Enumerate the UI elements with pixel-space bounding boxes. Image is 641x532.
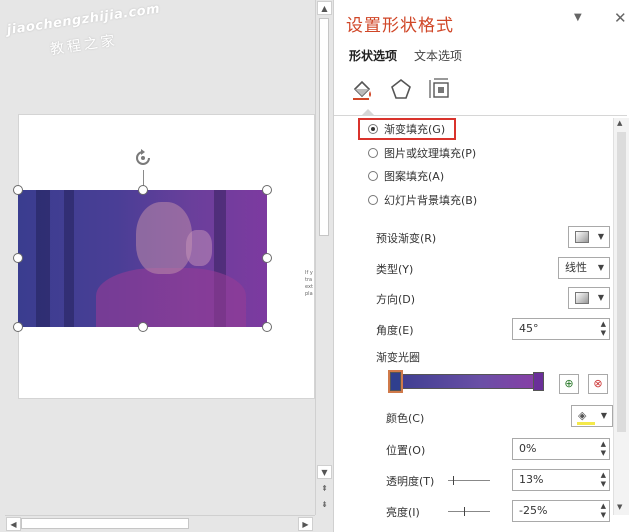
spin-down-icon[interactable]: ▼: [601, 480, 606, 489]
spin-down-icon[interactable]: ▼: [601, 511, 606, 520]
angle-label: 角度(E): [376, 324, 414, 337]
chevron-down-icon: ▼: [597, 232, 604, 241]
fill-line-icon[interactable]: [350, 77, 374, 101]
watermark-site-name: 教程之家: [49, 32, 119, 59]
preset-gradient-button[interactable]: ▼: [568, 226, 610, 248]
pane-vertical-scrollbar[interactable]: ▲ ▼: [613, 118, 629, 515]
pane-options-chevron-icon[interactable]: ▼: [574, 12, 582, 23]
previous-slide-icon[interactable]: ⇞: [317, 482, 332, 496]
selected-picture[interactable]: [18, 190, 267, 327]
rotate-handle-icon[interactable]: [132, 147, 154, 169]
color-picker-button[interactable]: ◈ ▼: [571, 405, 613, 427]
slider-knob[interactable]: [464, 507, 465, 516]
slide-vertical-scrollbar[interactable]: ▲ ▼ ⇞ ⇟: [315, 0, 332, 515]
radio-indicator[interactable]: [368, 195, 378, 205]
brightness-label: 亮度(I): [386, 506, 420, 519]
color-label: 颜色(C): [386, 412, 425, 425]
chevron-down-icon: ▼: [597, 263, 604, 272]
scroll-thumb[interactable]: [319, 18, 329, 236]
scroll-down-icon[interactable]: ▼: [617, 503, 622, 511]
pane-scroll-thumb[interactable]: [617, 132, 626, 432]
scroll-up-icon[interactable]: ▲: [617, 119, 622, 127]
resize-handle-bottom[interactable]: [138, 322, 148, 332]
effects-icon[interactable]: [389, 77, 413, 101]
radio-slide-background-fill[interactable]: 幻灯片背景填充(B): [368, 191, 477, 209]
slide-horizontal-scrollbar[interactable]: ◀ ▶: [5, 515, 315, 531]
brightness-slider[interactable]: [448, 507, 490, 516]
spin-up-icon[interactable]: ▲: [601, 320, 606, 329]
size-properties-icon[interactable]: [428, 77, 452, 101]
resize-handle-top-right[interactable]: [262, 185, 272, 195]
scroll-left-icon[interactable]: ◀: [6, 517, 21, 531]
slide-editor-area: jiaochengzhijia.com 教程之家 If y tra ext pl…: [0, 0, 333, 532]
watermark: jiaochengzhijia.com 教程之家: [3, 0, 169, 69]
spin-down-icon[interactable]: ▼: [601, 329, 606, 338]
spin-up-icon[interactable]: ▲: [601, 502, 606, 511]
position-input[interactable]: 0% ▲ ▼: [512, 438, 610, 460]
scroll-right-icon[interactable]: ▶: [298, 517, 313, 531]
radio-gradient-fill[interactable]: 渐变填充(G): [368, 120, 445, 138]
radio-pattern-fill[interactable]: 图案填充(A): [368, 167, 444, 185]
direction-button[interactable]: ▼: [568, 287, 610, 309]
close-icon[interactable]: ✕: [614, 9, 627, 27]
remove-gradient-stop-button[interactable]: ⊗: [588, 374, 608, 394]
tab-shape-options[interactable]: 形状选项: [349, 47, 397, 64]
spin-down-icon[interactable]: ▼: [601, 449, 606, 458]
angle-input[interactable]: 45° ▲ ▼: [512, 318, 610, 340]
gradient-stops-label: 渐变光圈: [376, 351, 420, 364]
scroll-down-icon[interactable]: ▼: [317, 465, 332, 479]
format-shape-pane: 设置形状格式 ▼ ✕ 形状选项 文本选项 渐变填充(G) 图片或纹理填充(P) …: [333, 0, 641, 532]
pane-title: 设置形状格式: [346, 16, 454, 36]
radio-indicator[interactable]: [368, 171, 378, 181]
tab-text-options[interactable]: 文本选项: [414, 47, 462, 64]
position-label: 位置(O): [386, 444, 426, 457]
gradient-type-select[interactable]: 线性 ▼: [558, 257, 610, 279]
transparency-input[interactable]: 13% ▲ ▼: [512, 469, 610, 491]
spin-up-icon[interactable]: ▲: [601, 440, 606, 449]
gradient-stops-bar[interactable]: [390, 374, 542, 389]
scroll-up-icon[interactable]: ▲: [317, 1, 332, 15]
watermark-url: jiaochengzhijia.com: [5, 1, 162, 38]
paint-bucket-icon: ◈: [578, 409, 587, 422]
radio-picture-texture-fill[interactable]: 图片或纹理填充(P): [368, 144, 476, 162]
slider-knob[interactable]: [453, 476, 454, 485]
brightness-input[interactable]: -25% ▲ ▼: [512, 500, 610, 522]
spin-up-icon[interactable]: ▲: [601, 471, 606, 480]
next-slide-icon[interactable]: ⇟: [317, 498, 332, 512]
resize-handle-bottom-left[interactable]: [13, 322, 23, 332]
preset-gradient-label: 预设渐变(R): [376, 232, 437, 245]
resize-handle-top-left[interactable]: [13, 185, 23, 195]
transparency-slider[interactable]: [448, 476, 490, 485]
chevron-down-icon: ▼: [600, 411, 607, 420]
add-gradient-stop-button[interactable]: ⊕: [559, 374, 579, 394]
direction-label: 方向(D): [376, 293, 416, 306]
gradient-stop-start[interactable]: [388, 370, 403, 393]
resize-handle-right[interactable]: [262, 253, 272, 263]
resize-handle-left[interactable]: [13, 253, 23, 263]
resize-handle-top[interactable]: [138, 185, 148, 195]
scroll-thumb-horizontal[interactable]: [21, 518, 189, 529]
gradient-stop-end[interactable]: [533, 372, 544, 391]
radio-indicator[interactable]: [368, 148, 378, 158]
gradient-type-label: 类型(Y): [376, 263, 414, 276]
resize-handle-bottom-right[interactable]: [262, 322, 272, 332]
radio-indicator[interactable]: [368, 124, 378, 134]
chevron-down-icon: ▼: [597, 293, 604, 302]
transparency-label: 透明度(T): [386, 475, 435, 488]
